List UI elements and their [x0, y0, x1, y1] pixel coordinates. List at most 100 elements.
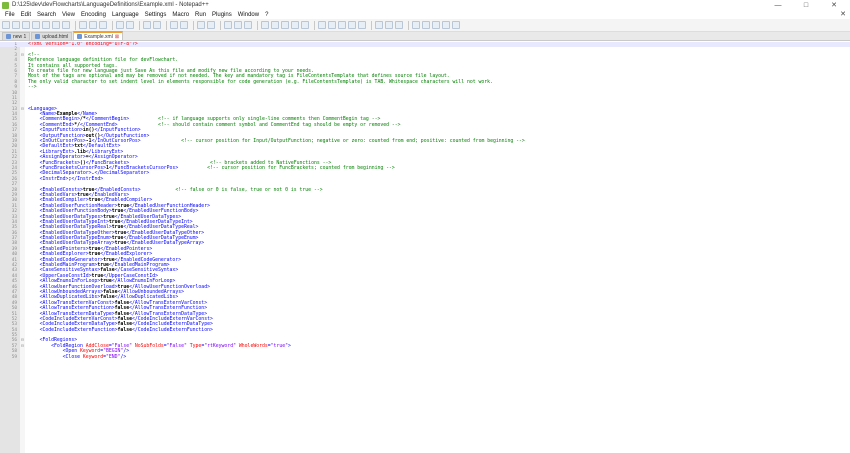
token-comment: Most of the tags are optional and may be… [28, 74, 450, 80]
func-list-icon[interactable] [281, 21, 289, 29]
menu-settings[interactable]: Settings [142, 12, 170, 18]
new-file-icon[interactable] [2, 21, 10, 29]
zoom-out-icon[interactable] [180, 21, 188, 29]
token-tag: </AllowEnumsInForLoop> [111, 279, 176, 285]
print-icon[interactable] [62, 21, 70, 29]
menu-encoding[interactable]: Encoding [78, 12, 109, 18]
spell-next-icon[interactable] [385, 21, 393, 29]
compare-first-icon[interactable] [442, 21, 450, 29]
token-sp [28, 198, 40, 203]
token-sp [28, 225, 40, 230]
sync-h-icon[interactable] [207, 21, 215, 29]
tab-example-xml[interactable]: Example.xml ⊠ [73, 31, 124, 40]
close-document-icon[interactable]: ✕ [840, 10, 846, 18]
sync-v-icon[interactable] [197, 21, 205, 29]
token-sp [28, 171, 40, 176]
tab-upload-html[interactable]: upload.html [31, 32, 73, 40]
token-tag: </AssignOperator> [88, 155, 138, 161]
doc-map-icon[interactable] [271, 21, 279, 29]
word-wrap-icon[interactable] [224, 21, 232, 29]
stop-record-icon[interactable] [328, 21, 336, 29]
play-macro-icon[interactable] [338, 21, 346, 29]
play-multiple-icon[interactable] [348, 21, 356, 29]
code-line[interactable]: 59 <Close Keyword="END"/> [0, 355, 850, 360]
compare-next-icon[interactable] [432, 21, 440, 29]
menu-macro[interactable]: Macro [169, 12, 192, 18]
token-text: false [117, 327, 132, 333]
token-tag: </EnabledCodeGenerator> [114, 257, 182, 263]
code-area[interactable]: 1 <?xml version="1.0" encoding="UTF-8"?> 2… [0, 42, 850, 360]
token-text: false [117, 322, 132, 328]
close-window-button[interactable]: ✕ [820, 0, 848, 10]
toolbar-separator [314, 20, 315, 30]
monitor-icon[interactable] [301, 21, 309, 29]
token-tag: /> [123, 349, 130, 355]
redo-icon[interactable] [126, 21, 134, 29]
token-sp [28, 161, 40, 166]
close-tab-icon[interactable]: ⊠ [115, 34, 119, 40]
token-attr: WholeWords [238, 343, 268, 349]
token-text: true [114, 241, 127, 247]
menu-run[interactable]: Run [192, 12, 209, 18]
udl-icon[interactable] [261, 21, 269, 29]
menu-file[interactable]: File [2, 12, 18, 18]
token-sp [141, 139, 181, 144]
token-tag: </DefaultExt> [82, 144, 121, 150]
cut-icon[interactable] [79, 21, 87, 29]
tab-new-1[interactable]: new 1 [2, 32, 31, 40]
save-macro-icon[interactable] [358, 21, 366, 29]
menu-language[interactable]: Language [109, 12, 142, 18]
menu-edit[interactable]: Edit [18, 12, 34, 18]
replace-icon[interactable] [153, 21, 161, 29]
indent-guide-icon[interactable] [244, 21, 252, 29]
token-sp [28, 188, 40, 193]
toolbar-separator [75, 20, 76, 30]
minimize-button[interactable]: — [764, 0, 792, 10]
folder-workspace-icon[interactable] [291, 21, 299, 29]
token-text: true [103, 257, 115, 263]
spell-options-icon[interactable] [395, 21, 403, 29]
notepad-plus-plus-icon [2, 1, 9, 9]
token-sp [28, 349, 63, 354]
paste-icon[interactable] [99, 21, 107, 29]
compare-prev-icon[interactable] [422, 21, 430, 29]
copy-icon[interactable] [89, 21, 97, 29]
show-all-chars-icon[interactable] [234, 21, 242, 29]
file-icon [6, 34, 11, 39]
compare-last-icon[interactable] [452, 21, 460, 29]
menu-view[interactable]: View [59, 12, 78, 18]
close-icon[interactable] [42, 21, 50, 29]
open-file-icon[interactable] [12, 21, 20, 29]
token-comment: It contains all supported tags. [28, 63, 118, 69]
token-tag: </InstrEnd> [71, 176, 104, 182]
compare-icon[interactable] [412, 21, 420, 29]
token-val: "rtKeyword" [204, 343, 236, 349]
token-tag: <InputFunction> [39, 128, 83, 134]
find-icon[interactable] [143, 21, 151, 29]
spell-check-icon[interactable] [375, 21, 383, 29]
token-text: false [114, 306, 130, 312]
editor-pane[interactable]: 1 <?xml version="1.0" encoding="UTF-8"?> 2… [0, 42, 850, 453]
token-tag: <Open [62, 349, 80, 355]
close-all-icon[interactable] [52, 21, 60, 29]
menu-window[interactable]: Window [235, 12, 262, 18]
record-macro-icon[interactable] [318, 21, 326, 29]
token-comment: <!-- brackets added to NativeFunctions -… [209, 160, 332, 166]
save-all-icon[interactable] [32, 21, 40, 29]
token-text: txt [74, 144, 83, 150]
menu-plugins[interactable]: Plugins [209, 12, 235, 18]
token-text: false [114, 300, 130, 306]
token-tag: <FoldRegions> [39, 338, 78, 344]
save-icon[interactable] [22, 21, 30, 29]
toolbar-separator [166, 20, 167, 30]
menu-search[interactable]: Search [34, 12, 59, 18]
token-text: true [103, 214, 115, 220]
token-sp [28, 338, 40, 343]
undo-icon[interactable] [116, 21, 124, 29]
token-tag: </EnabledUserDataTypeOther> [126, 230, 205, 236]
maximize-button[interactable]: □ [792, 0, 820, 10]
menu-help[interactable]: ? [262, 12, 271, 18]
menu-bar: File Edit Search View Encoding Language Settin… [0, 10, 850, 19]
token-tag: <AllowTransExternDataType> [39, 311, 115, 317]
zoom-in-icon[interactable] [170, 21, 178, 29]
